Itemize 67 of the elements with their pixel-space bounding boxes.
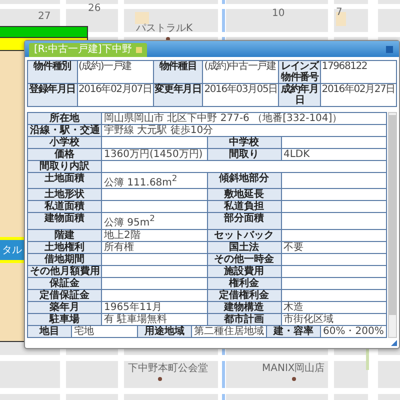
field-label: 沿線・駅・交通 (28, 125, 102, 137)
field-value: 2016年02月07日 (78, 84, 154, 107)
field-value: 地上2階 (102, 230, 208, 242)
resize-grip-icon[interactable] (391, 340, 397, 346)
field-label: 施設費用 (208, 266, 282, 278)
field-label: セットバック (208, 230, 282, 242)
field-value: 公簿 111.68m$^{2}$ (102, 173, 208, 190)
field-label: 土地権利 (28, 242, 102, 254)
field-label: 保証金 (28, 278, 102, 290)
field-value: 1965年11月 (102, 302, 208, 314)
field-label: 登録年月日 (28, 84, 78, 107)
field-label: 小学校 (28, 137, 102, 149)
block-number: 10 (272, 9, 285, 19)
scrollbar[interactable] (388, 112, 397, 338)
field-label: その他一時金 (208, 254, 282, 266)
field-label: 中学校 (208, 137, 282, 149)
field-label: 部分面積 (208, 213, 282, 230)
place-label: 下中野本町公会堂 (128, 364, 208, 374)
place-marker-icon (158, 377, 162, 381)
field-value: 1360万円(1450万円) (102, 149, 208, 161)
block-number: 26 (88, 4, 101, 14)
field-value: 4LDK (282, 149, 387, 161)
field-label: 借地期間 (28, 254, 102, 266)
field-label: 物件種別 (28, 61, 78, 84)
field-label: 建物構造 (208, 302, 282, 314)
field-label: 私道面積 (28, 201, 102, 214)
field-value: 公簿 95m$^{2}$ (102, 213, 208, 230)
field-label: 定借権利金 (208, 290, 282, 302)
field-value: 不要 (282, 242, 387, 254)
field-label: 価格 (28, 149, 102, 161)
field-label: 地目 (28, 326, 72, 338)
field-label: 国土法 (208, 242, 282, 254)
field-label: 所在地 (28, 113, 102, 125)
field-label: その他月額費用 (28, 266, 102, 278)
field-label: 建・容率 (267, 326, 321, 338)
field-label: 権利金 (208, 278, 282, 290)
field-label: 間取り (208, 149, 282, 161)
field-label: 変更年月日 (154, 84, 204, 107)
field-value: 17968122 (320, 61, 397, 84)
block-number: 7 (336, 8, 342, 18)
field-label: 土地形状 (28, 189, 102, 202)
field-label: 私道負担 (208, 201, 282, 214)
block-number: 27 (38, 12, 51, 22)
field-label: 敷地延長 (208, 189, 282, 202)
place-label: パストラルK (136, 24, 193, 34)
field-label: 駐車場 (28, 314, 102, 326)
field-label: 成約年月日 (279, 84, 321, 107)
field-label: 階建 (28, 230, 102, 242)
dialog-tab[interactable]: [R:中古一戸建]下中野 (29, 43, 147, 57)
field-label: レインズ物件番号 (279, 61, 321, 84)
field-value: 60%・200% (321, 326, 387, 338)
field-value: 木造 (282, 302, 387, 314)
field-label: 建物面積 (28, 213, 102, 230)
field-value: 岡山県岡山市 北区下中野 277-6 （地番[332-104]） (102, 113, 387, 125)
place-label: MANIX岡山店 (262, 364, 325, 374)
field-value: 所有権 (102, 242, 208, 254)
field-label: 物件種目 (154, 61, 204, 84)
field-label: 築年月 (28, 302, 102, 314)
panel-button[interactable]: タル (0, 240, 24, 260)
field-label: 用途地域 (138, 326, 192, 338)
place-marker-icon (292, 377, 296, 381)
field-label: 定借保証金 (28, 290, 102, 302)
field-value: 2016年02月27日 (320, 84, 397, 107)
field-label: 間取り内訳 (28, 161, 102, 173)
field-label: 土地面積 (28, 173, 102, 190)
field-label: 傾斜地部分 (208, 173, 282, 190)
field-label: 都市計画 (208, 314, 282, 326)
